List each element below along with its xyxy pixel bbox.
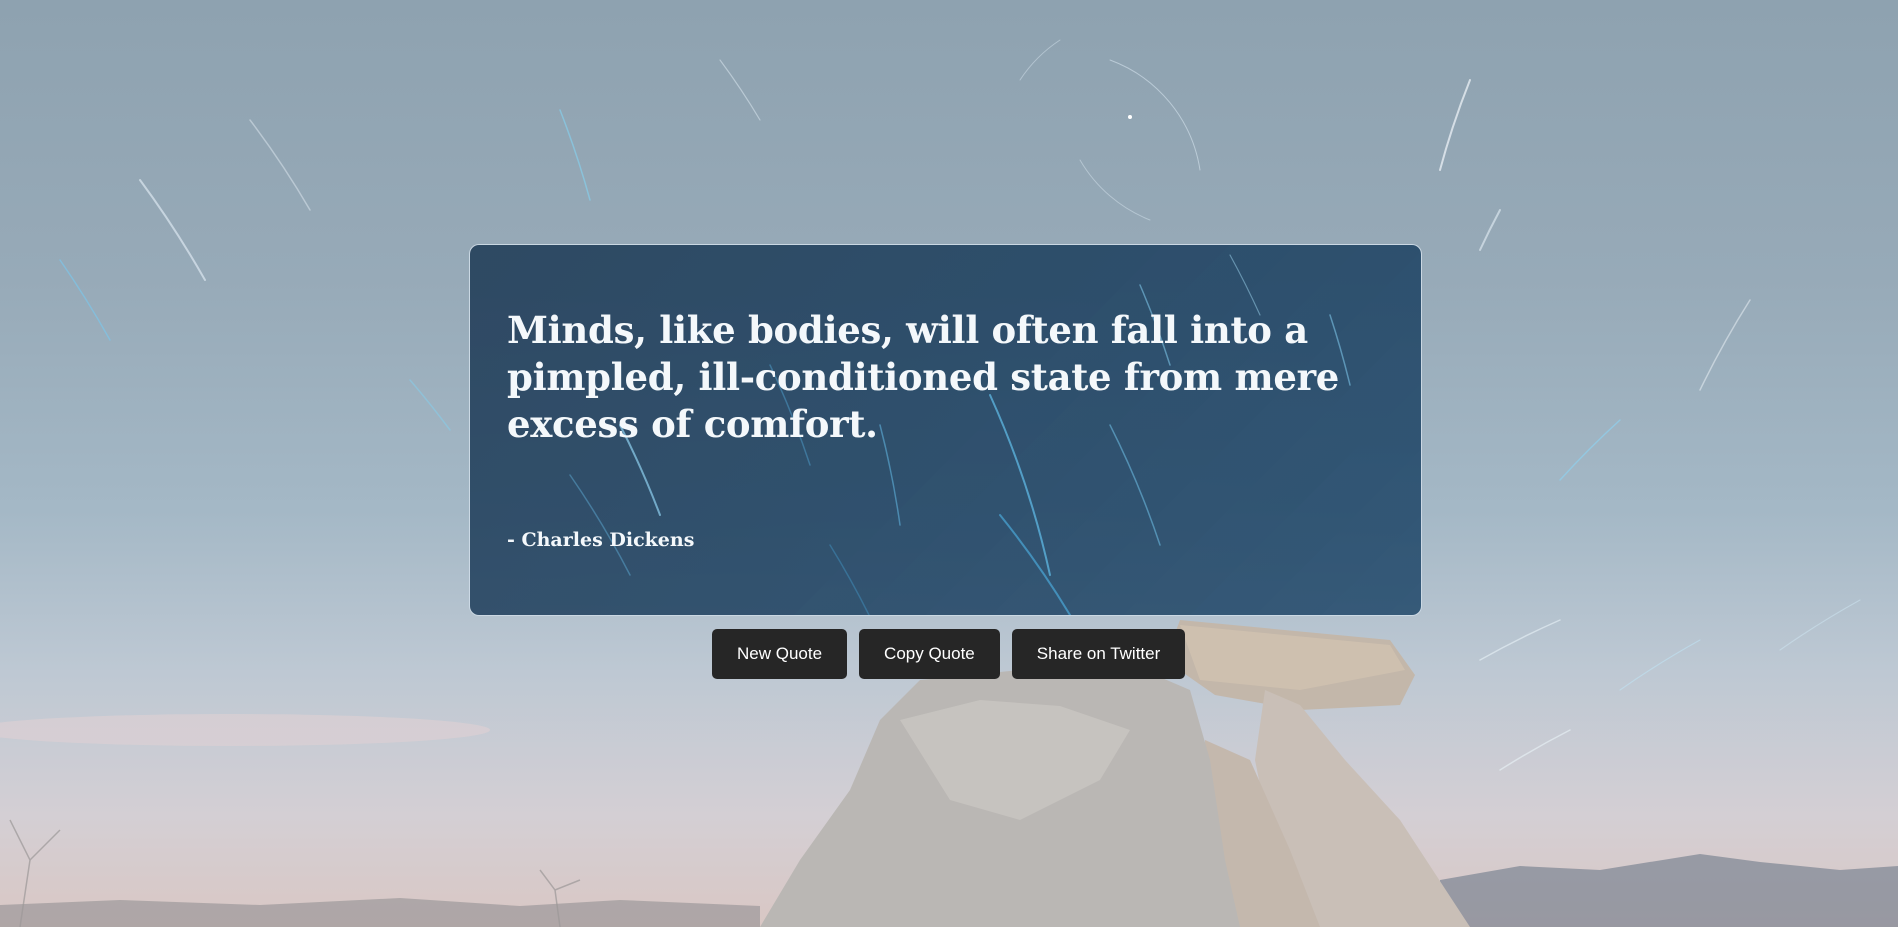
quote-author: - Charles Dickens (507, 529, 695, 551)
button-group: New Quote Copy Quote Share on Twitter (712, 629, 1186, 679)
new-quote-button[interactable]: New Quote (712, 629, 848, 679)
share-twitter-button[interactable]: Share on Twitter (1011, 629, 1186, 679)
quote-text: Minds, like bodies, will often fall into… (507, 308, 1340, 446)
copy-quote-button[interactable]: Copy Quote (859, 629, 1000, 679)
quote-card: Minds, like bodies, will often fall into… (469, 244, 1422, 616)
